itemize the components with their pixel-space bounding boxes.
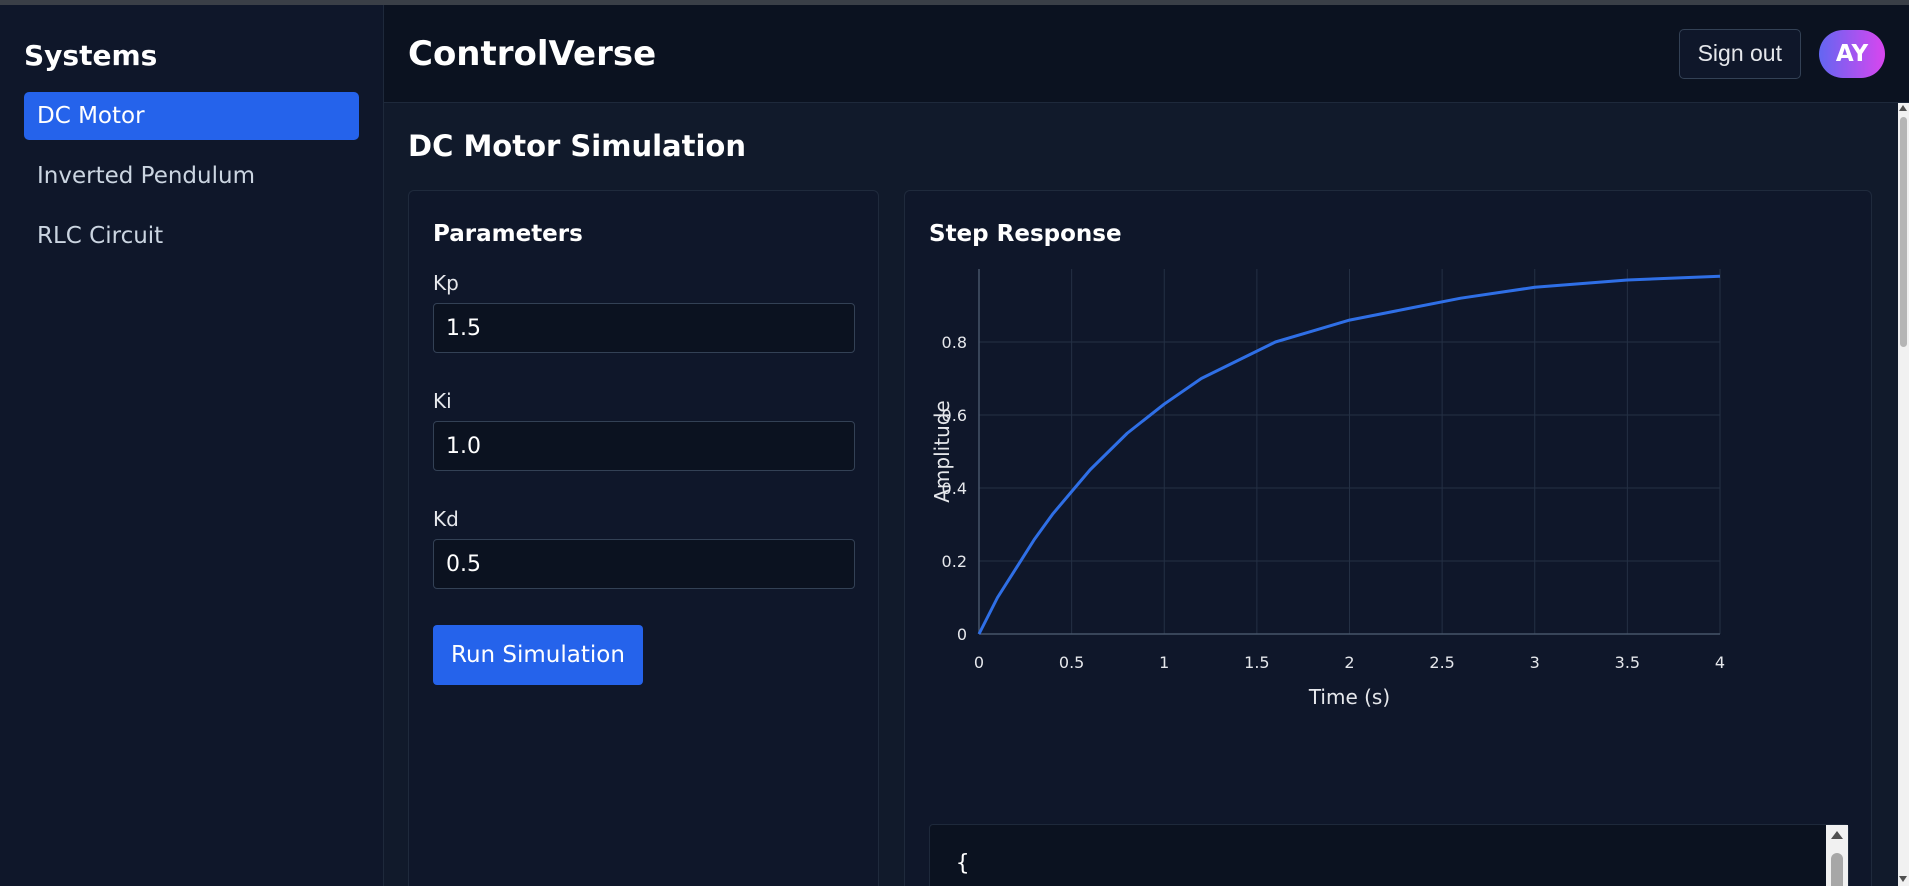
kp-label: Kp — [433, 271, 459, 295]
x-tick-label: 2.5 — [1429, 653, 1454, 672]
chart-svg: 0 0.5 1 1.5 2 2.5 3 3.5 400.20.40.60.8Time (s)Am… — [930, 269, 1725, 709]
json-scrollbar[interactable] — [1826, 825, 1848, 886]
response-json-box[interactable]: { — [929, 824, 1849, 886]
page-scroll-down-icon[interactable] — [1899, 876, 1907, 882]
x-tick-label: 4 — [1715, 653, 1725, 672]
parameters-card: Parameters Kp Ki Kd Run Simulation — [408, 190, 879, 886]
sidebar-item-dc-motor[interactable]: DC Motor — [24, 92, 359, 140]
y-tick-label: 0.8 — [942, 333, 967, 352]
x-tick-label: 3.5 — [1615, 653, 1640, 672]
page-title: DC Motor Simulation — [408, 129, 746, 163]
avatar[interactable]: AY — [1819, 29, 1885, 78]
json-preview-text: { — [956, 851, 970, 876]
sidebar-item-rlc-circuit[interactable]: RLC Circuit — [24, 212, 359, 260]
x-tick-label: 0 — [974, 653, 984, 672]
x-tick-label: 1 — [1159, 653, 1169, 672]
brand-title: ControlVerse — [408, 33, 657, 74]
sidebar: Systems DC Motor Inverted Pendulum RLC C… — [0, 5, 384, 886]
sidebar-title: Systems — [24, 39, 158, 72]
page-scroll-thumb[interactable] — [1900, 117, 1907, 347]
kd-input[interactable] — [433, 539, 855, 589]
parameters-title: Parameters — [433, 221, 583, 247]
sidebar-item-inverted-pendulum[interactable]: Inverted Pendulum — [24, 152, 359, 200]
x-tick-label: 2 — [1344, 653, 1354, 672]
x-tick-label: 1.5 — [1244, 653, 1269, 672]
main-content: DC Motor Simulation Parameters Kp Ki Kd … — [384, 103, 1909, 886]
kd-label: Kd — [433, 507, 459, 531]
page-scrollbar[interactable] — [1898, 103, 1909, 886]
header-actions: Sign out AY — [1678, 28, 1885, 79]
ki-label: Ki — [433, 389, 452, 413]
x-tick-label: 3 — [1530, 653, 1540, 672]
ki-input[interactable] — [433, 421, 855, 471]
scroll-thumb[interactable] — [1831, 853, 1843, 886]
y-axis-label: Amplitude — [930, 400, 954, 503]
page-scroll-up-icon[interactable] — [1899, 105, 1907, 111]
sign-out-button[interactable]: Sign out — [1678, 28, 1801, 79]
x-axis-label: Time (s) — [1308, 685, 1390, 709]
step-response-card: Step Response 0 0.5 1 1.5 2 2.5 3 3.5 4 0 0.2 0.4 0.… — [904, 190, 1872, 886]
step-response-chart: 0 0.5 1 1.5 2 2.5 3 3.5 4 0 0.2 0.4 0.6 0.8 Time (s) Am… — [929, 269, 1849, 739]
step-response-title: Step Response — [929, 221, 1122, 247]
run-simulation-button[interactable]: Run Simulation — [433, 625, 643, 685]
top-header: ControlVerse Sign out AY — [384, 5, 1909, 103]
scroll-up-arrow-icon[interactable] — [1831, 831, 1843, 839]
x-tick-label: 0.5 — [1059, 653, 1084, 672]
y-tick-label: 0 — [957, 625, 967, 644]
y-tick-label: 0.2 — [942, 552, 967, 571]
kp-input[interactable] — [433, 303, 855, 353]
